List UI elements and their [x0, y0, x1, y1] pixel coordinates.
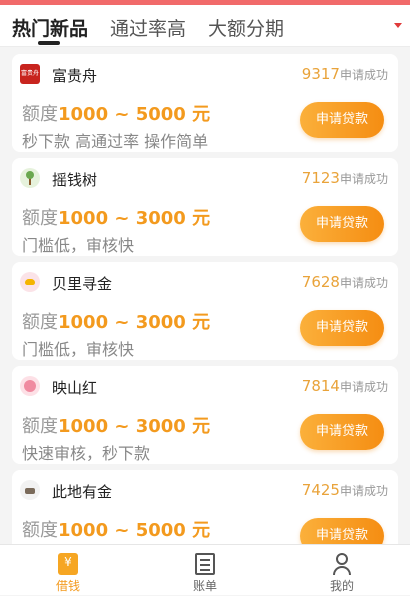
credit-amount: 额度1000 ~ 5000 元: [22, 100, 210, 126]
money-tree-logo-icon: [20, 168, 40, 188]
amount-value: 1000 ~ 5000 元: [58, 104, 211, 125]
apply-loan-button[interactable]: 申请贷款: [300, 310, 384, 346]
count-value: 7425: [301, 481, 340, 499]
tab-large-installment[interactable]: 大额分期: [208, 14, 284, 41]
amount-label: 额度: [22, 208, 58, 229]
amount-value: 1000 ~ 3000 元: [58, 416, 211, 437]
count-status: 申请成功: [339, 68, 388, 82]
fuguizhou-logo-icon: 富贵舟: [20, 64, 40, 84]
success-count: 9317申请成功: [302, 65, 388, 83]
cidi-youjin-logo-icon: [20, 480, 40, 500]
product-name: 贝里寻金: [52, 275, 113, 293]
success-count: 7425申请成功: [302, 481, 388, 499]
product-name: 摇钱树: [52, 171, 98, 189]
amount-label: 额度: [22, 312, 58, 333]
nav-label: 借钱: [55, 579, 80, 593]
user-icon: [332, 553, 352, 575]
count-value: 7628: [301, 273, 340, 291]
apply-loan-button[interactable]: 申请贷款: [300, 518, 384, 544]
amount-value: 1000 ~ 3000 元: [58, 312, 211, 333]
success-count: 7123申请成功: [302, 169, 388, 187]
success-count: 7814申请成功: [302, 377, 388, 395]
product-card[interactable]: 此地有金 7425申请成功 额度1000 ~ 5000 元 申请贷款: [12, 470, 398, 544]
more-tabs-arrow-icon[interactable]: [394, 23, 402, 28]
tab-high-pass-rate[interactable]: 通过率高: [110, 14, 186, 41]
amount-value: 1000 ~ 3000 元: [58, 208, 211, 229]
amount-label: 额度: [22, 416, 58, 437]
bill-icon: [195, 553, 215, 575]
amount-value: 1000 ~ 5000 元: [58, 520, 211, 541]
bottom-navigation: 借钱 账单 我的: [0, 544, 410, 595]
success-count: 7628申请成功: [302, 273, 388, 291]
credit-amount: 额度1000 ~ 5000 元: [22, 516, 210, 542]
credit-amount: 额度1000 ~ 3000 元: [22, 412, 210, 438]
nav-item-me[interactable]: 我的: [274, 545, 410, 596]
loan-icon: [58, 553, 78, 575]
credit-amount: 额度1000 ~ 3000 元: [22, 308, 210, 334]
product-list[interactable]: 富贵舟 富贵舟 9317申请成功 额度1000 ~ 5000 元 秒下款 高通过…: [0, 48, 410, 544]
nav-label: 账单: [192, 579, 217, 593]
category-tabs: 热门新品 通过率高 大额分期: [0, 5, 410, 47]
count-status: 申请成功: [339, 172, 388, 186]
count-value: 9317: [301, 65, 340, 83]
product-name: 此地有金: [52, 483, 113, 501]
nav-item-loan[interactable]: 借钱: [0, 545, 136, 596]
product-name: 富贵舟: [52, 67, 98, 85]
nav-label: 我的: [329, 579, 354, 593]
product-description: 门槛低，审核快: [22, 340, 135, 359]
count-value: 7123: [301, 169, 340, 187]
product-card[interactable]: 映山红 7814申请成功 额度1000 ~ 3000 元 快速审核，秒下款 申请…: [12, 366, 398, 464]
product-card[interactable]: 摇钱树 7123申请成功 额度1000 ~ 3000 元 门槛低，审核快 申请贷…: [12, 158, 398, 256]
apply-loan-button[interactable]: 申请贷款: [300, 102, 384, 138]
credit-amount: 额度1000 ~ 3000 元: [22, 204, 210, 230]
product-card[interactable]: 富贵舟 富贵舟 9317申请成功 额度1000 ~ 5000 元 秒下款 高通过…: [12, 54, 398, 152]
product-card[interactable]: 贝里寻金 7628申请成功 额度1000 ~ 3000 元 门槛低，审核快 申请…: [12, 262, 398, 360]
count-status: 申请成功: [339, 380, 388, 394]
apply-loan-button[interactable]: 申请贷款: [300, 206, 384, 242]
apply-loan-button[interactable]: 申请贷款: [300, 414, 384, 450]
amount-label: 额度: [22, 104, 58, 125]
logo-text: 富贵舟: [20, 70, 39, 77]
product-description: 快速审核，秒下款: [22, 444, 151, 463]
tab-hot-new[interactable]: 热门新品: [12, 14, 88, 41]
count-status: 申请成功: [339, 484, 388, 498]
beili-xunjin-logo-icon: [20, 272, 40, 292]
nav-item-bill[interactable]: 账单: [137, 545, 273, 596]
product-description: 秒下款 高通过率 操作简单: [22, 132, 209, 151]
count-value: 7814: [301, 377, 340, 395]
product-name: 映山红: [52, 379, 98, 397]
active-tab-indicator: [38, 41, 60, 45]
amount-label: 额度: [22, 520, 58, 541]
count-status: 申请成功: [339, 276, 388, 290]
yingshanhong-logo-icon: [20, 376, 40, 396]
product-description: 门槛低，审核快: [22, 236, 135, 255]
